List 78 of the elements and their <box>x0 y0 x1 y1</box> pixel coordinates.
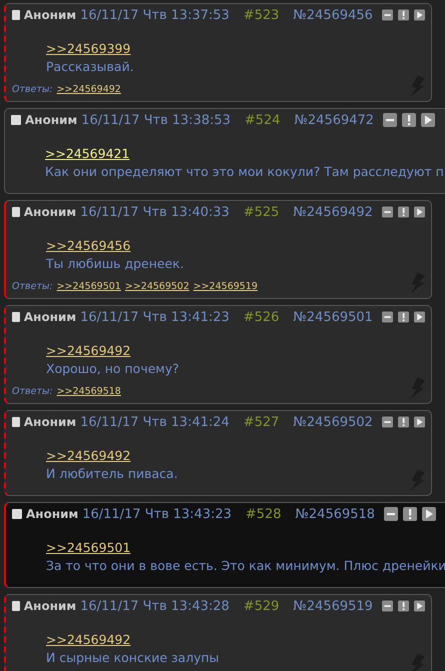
reply-link[interactable]: >>24569518 <box>56 386 121 397</box>
poster-name: Аноним <box>24 8 76 22</box>
quote-link[interactable]: >>24569492 <box>46 342 131 360</box>
hide-icon[interactable] <box>382 415 393 429</box>
post-number[interactable]: #525 <box>243 204 280 220</box>
hide-icon[interactable] <box>382 8 393 22</box>
post-text: И любитель пиваса. <box>46 465 178 483</box>
post-text: За то что они в вове есть. Это как минимум. Плюс дренейки <box>46 557 445 575</box>
hide-icon[interactable] <box>382 310 393 324</box>
quote-link[interactable]: >>24569492 <box>46 631 131 649</box>
play-icon[interactable] <box>420 113 435 127</box>
hide-icon[interactable] <box>382 599 393 613</box>
post-date: 16/11/17 Чтв 13:43:23 <box>82 506 232 522</box>
poster-name: Аноним <box>26 507 78 521</box>
post-number[interactable]: #527 <box>243 414 280 430</box>
post-text: Рассказывай. <box>46 58 134 76</box>
reply-link[interactable]: >>24569519 <box>193 281 258 292</box>
post-number[interactable]: #523 <box>243 8 280 22</box>
post-number[interactable]: #524 <box>244 112 280 128</box>
post-id[interactable]: №24569456 <box>293 8 373 22</box>
play-icon[interactable] <box>414 8 425 22</box>
reply-link[interactable]: >>24569492 <box>56 84 121 95</box>
hide-icon[interactable] <box>382 113 397 127</box>
post-id[interactable]: №24569518 <box>295 506 375 522</box>
post-text: Как они определяют что это мои кокули? Там расследуют п <box>45 163 444 181</box>
post-text: И сырные конские залупы <box>46 649 220 667</box>
reply-link[interactable]: >>24569502 <box>124 281 190 292</box>
play-icon[interactable] <box>422 507 436 521</box>
report-icon[interactable] <box>398 599 409 613</box>
checkbox[interactable] <box>11 115 21 125</box>
play-icon[interactable] <box>414 415 425 429</box>
hide-icon[interactable] <box>382 205 393 219</box>
poster-name: Аноним <box>24 599 76 613</box>
post-date: 16/11/17 Чтв 13:41:23 <box>80 310 230 324</box>
checkbox[interactable] <box>12 417 20 427</box>
post-date: 16/11/17 Чтв 13:37:53 <box>80 8 230 22</box>
quote-link[interactable]: >>24569421 <box>45 145 130 163</box>
play-icon[interactable] <box>414 310 425 324</box>
post-number[interactable]: #526 <box>243 310 280 324</box>
replies-label: Ответы: <box>12 84 53 95</box>
post-id[interactable]: №24569492 <box>293 204 373 220</box>
replies-label: Ответы: <box>12 281 53 292</box>
quote-link[interactable]: >>24569501 <box>46 539 131 557</box>
quote-link[interactable]: >>24569492 <box>46 447 131 465</box>
checkbox[interactable] <box>12 601 20 611</box>
report-icon[interactable] <box>402 113 416 127</box>
post-text: Ты любишь дренеек. <box>46 255 184 273</box>
post-date: 16/11/17 Чтв 13:40:33 <box>80 204 230 220</box>
report-icon[interactable] <box>398 205 409 219</box>
play-icon[interactable] <box>414 599 425 613</box>
poster-name: Аноним <box>24 310 76 324</box>
report-icon[interactable] <box>398 310 409 324</box>
checkbox[interactable] <box>12 10 20 20</box>
post-id[interactable]: №24569519 <box>293 598 373 614</box>
post-id[interactable]: №24569501 <box>293 310 373 324</box>
post-number[interactable]: #529 <box>243 598 280 614</box>
post-id[interactable]: №24569472 <box>294 112 374 128</box>
quote-link[interactable]: >>24569456 <box>46 237 131 255</box>
reply-link[interactable]: >>24569501 <box>56 281 121 292</box>
report-icon[interactable] <box>398 415 409 429</box>
hide-icon[interactable] <box>384 507 398 521</box>
poster-name: Аноним <box>25 113 78 127</box>
replies-label: Ответы: <box>12 386 53 397</box>
checkbox[interactable] <box>12 312 20 322</box>
poster-name: Аноним <box>24 415 76 429</box>
report-icon[interactable] <box>398 8 409 22</box>
post-text: Хорошо, но почему? <box>46 360 179 378</box>
quote-link[interactable]: >>24569399 <box>46 40 131 58</box>
post-id[interactable]: №24569502 <box>293 414 373 430</box>
poster-name: Аноним <box>24 205 76 219</box>
post-date: 16/11/17 Чтв 13:41:24 <box>80 414 230 430</box>
play-icon[interactable] <box>414 205 425 219</box>
post-number[interactable]: #528 <box>246 506 282 522</box>
post-date: 16/11/17 Чтв 13:43:28 <box>80 598 230 614</box>
post-date: 16/11/17 Чтв 13:38:53 <box>81 112 231 128</box>
report-icon[interactable] <box>402 507 417 521</box>
checkbox[interactable] <box>12 207 20 217</box>
checkbox[interactable] <box>12 509 22 519</box>
